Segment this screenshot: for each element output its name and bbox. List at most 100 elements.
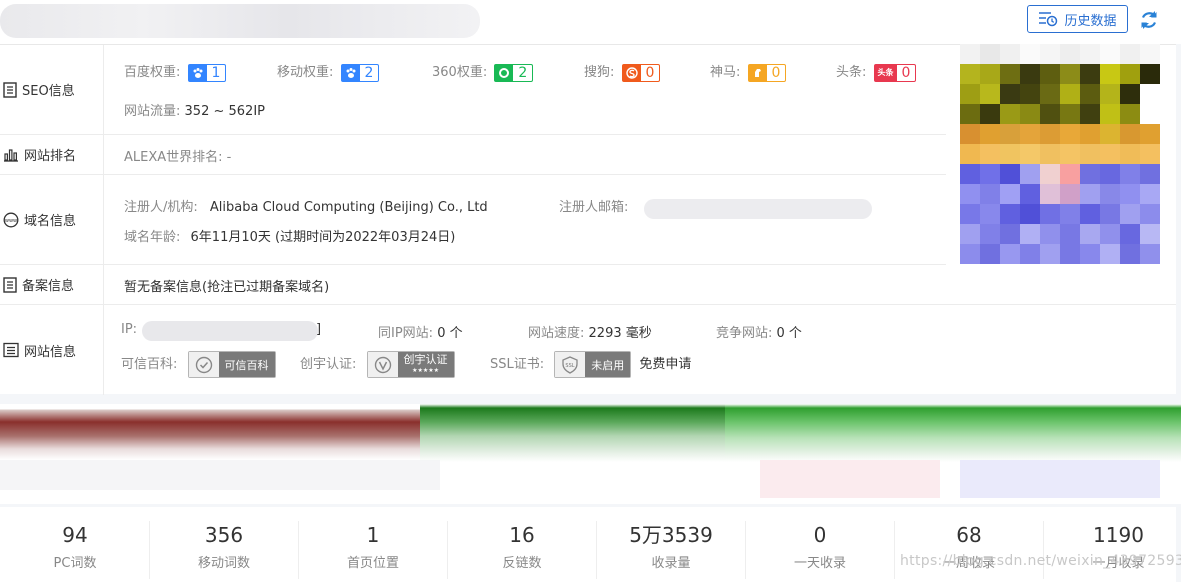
s360-weight-label: 360权重: [432, 65, 488, 80]
domain-label-text: 域名信息 [24, 214, 77, 229]
ranking-row-body: ALEXA世界排名: - [104, 135, 946, 174]
stat-item[interactable]: 0 一天收录 [746, 521, 895, 579]
mobile-weight-badge[interactable]: 2 [340, 63, 380, 82]
registrant-label: 注册人/机构: [124, 200, 198, 215]
chuangyu-badge-text: 创宇认证 [403, 352, 448, 366]
email-label: 注册人邮箱: [559, 200, 629, 215]
csdn-watermark: https://blog.csdn.net/weixin_43972593 [900, 553, 1181, 569]
kexin-badge[interactable]: 可信百科 [187, 351, 276, 378]
chuangyu-stars: ★★★★★ [412, 366, 439, 374]
stat-item[interactable]: 16 反链数 [448, 521, 597, 579]
toutiao-weight-value: 0 [901, 64, 911, 81]
history-data-label: 历史数据 [1064, 13, 1117, 29]
stat-value: 5万3539 [629, 523, 713, 547]
kexin-baike: 可信百科: 可信百科 [121, 351, 276, 378]
alexa-label: ALEXA世界排名: [124, 150, 223, 165]
baidu-paw-icon [188, 64, 207, 81]
seo-label-text: SEO信息 [22, 84, 75, 99]
shenma-weight: 神马: 0 [710, 61, 787, 82]
traffic-value: 352 ~ 562IP [184, 104, 265, 119]
ssl-label: SSL证书: [490, 357, 545, 372]
stat-value: 0 [813, 523, 827, 547]
blurred-site-title [0, 4, 480, 38]
beian-label-text: 备案信息 [22, 279, 75, 294]
seo-row-label: SEO信息 [0, 45, 104, 134]
site-thumbnail-pixelated [960, 44, 1160, 264]
baidu-paw-icon [341, 64, 360, 81]
svg-text:www: www [5, 218, 17, 224]
toutiao-weight-badge[interactable]: 头条 0 [873, 63, 917, 82]
ip-label: IP: [121, 322, 138, 337]
www-globe-icon: www [3, 212, 19, 227]
chuangyu-badge[interactable]: 创宇认证 ★★★★★ [366, 351, 455, 378]
stat-label: 一天收录 [793, 556, 846, 571]
stat-item[interactable]: 1 首页位置 [299, 521, 448, 579]
ssl-cert: SSL证书: SSL 未启用 免费申请 [490, 351, 691, 378]
stat-value: 1190 [1093, 523, 1144, 547]
registrant-value: Alibaba Cloud Computing (Beijing) Co., L… [209, 200, 488, 215]
ranking-row-label: 网站排名 [0, 135, 104, 174]
v-check-icon [367, 352, 398, 377]
blurred-ip [142, 321, 318, 341]
stat-item[interactable]: 94 PC词数 [1, 521, 150, 579]
beian-row-label: 备案信息 [0, 265, 104, 304]
sogou-weight-label: 搜狗: [584, 65, 615, 80]
traffic-label: 网站流量: [124, 104, 181, 119]
stat-label: 反链数 [502, 556, 542, 571]
history-list-icon [1039, 12, 1058, 27]
blurred-strip-green-1 [420, 404, 725, 504]
s360-weight-value: 2 [518, 64, 528, 81]
same-ip-value[interactable]: 0 个 [437, 326, 462, 341]
baidu-weight-badge[interactable]: 1 [187, 63, 227, 82]
sogou-weight-badge[interactable]: 0 [621, 63, 661, 82]
same-ip-sites: 同IP网站: 0 个 [378, 322, 463, 341]
seo-row-body: 百度权重: 1 移动权重: 2 360权重: 2 搜狗: 0 神马: 0 头条:… [104, 45, 946, 134]
seo-row: SEO信息 百度权重: 1 移动权重: 2 360权重: 2 搜狗: 0 神马:… [0, 45, 946, 135]
ranking-label-text: 网站排名 [24, 149, 77, 164]
sogou-weight: 搜狗: 0 [584, 61, 661, 82]
stat-label: 首页位置 [346, 556, 399, 571]
ip-tail: ] [316, 322, 322, 337]
alexa-rank: ALEXA世界排名: - [124, 146, 231, 165]
ranking-row: 网站排名 ALEXA世界排名: - [0, 135, 946, 175]
refresh-button[interactable] [1137, 8, 1161, 32]
stat-item[interactable]: 68 一周收录 [895, 521, 1044, 579]
stat-item[interactable]: 1190 一月收录 [1044, 521, 1181, 579]
ssl-badge[interactable]: SSL 未启用 [554, 351, 632, 378]
mobile-weight-label: 移动权重: [277, 65, 334, 80]
mobile-weight: 移动权重: 2 [277, 61, 380, 82]
toutiao-weight: 头条: 头条 0 [836, 61, 917, 82]
speed-label: 网站速度: [528, 326, 585, 341]
refresh-icon [1141, 11, 1157, 29]
alexa-value: - [226, 150, 232, 165]
domain-age: 域名年龄: 6年11月10天 (过期时间为2022年03月24日) [124, 226, 455, 245]
sogou-s-icon [622, 64, 641, 81]
stat-value: 94 [62, 523, 88, 547]
compete-value[interactable]: 0 个 [777, 326, 802, 341]
blurred-strip-lavender [960, 460, 1160, 498]
kexin-label: 可信百科: [121, 357, 178, 372]
competitor-sites: 竞争网站: 0 个 [716, 322, 802, 341]
site-speed: 网站速度: 2293 毫秒 [528, 322, 652, 341]
stat-item[interactable]: 356 移动词数 [150, 521, 299, 579]
top-bar: 历史数据 [0, 0, 1181, 44]
svg-text:SSL: SSL [566, 363, 575, 369]
beian-value: 暂无备案信息(抢注已过期备案域名) [124, 280, 330, 295]
s360-ring-icon [495, 64, 514, 81]
ssl-lock-icon: SSL [555, 352, 586, 377]
history-data-button[interactable]: 历史数据 [1027, 5, 1128, 33]
sogou-weight-value: 0 [645, 64, 655, 81]
s360-weight-badge[interactable]: 2 [494, 63, 534, 82]
domain-row-label: www 域名信息 [0, 175, 104, 264]
ssl-apply-link[interactable]: 免费申请 [639, 357, 691, 372]
site-row-body: IP: ] 同IP网站: 0 个 网站速度: 2293 毫秒 竞争网站: 0 个… [104, 305, 1176, 395]
registrant: 注册人/机构: Alibaba Cloud Computing (Beijing… [124, 196, 488, 215]
document-icon [3, 276, 17, 293]
blurred-strip-pink [760, 460, 940, 498]
same-ip-label: 同IP网站: [378, 326, 434, 341]
document-icon [3, 81, 17, 98]
shenma-weight-badge[interactable]: 0 [747, 63, 787, 82]
blurred-strip-gray [0, 460, 440, 490]
stat-item[interactable]: 5万3539 收录量 [597, 521, 746, 579]
blurred-traffic-strip [0, 404, 1181, 504]
